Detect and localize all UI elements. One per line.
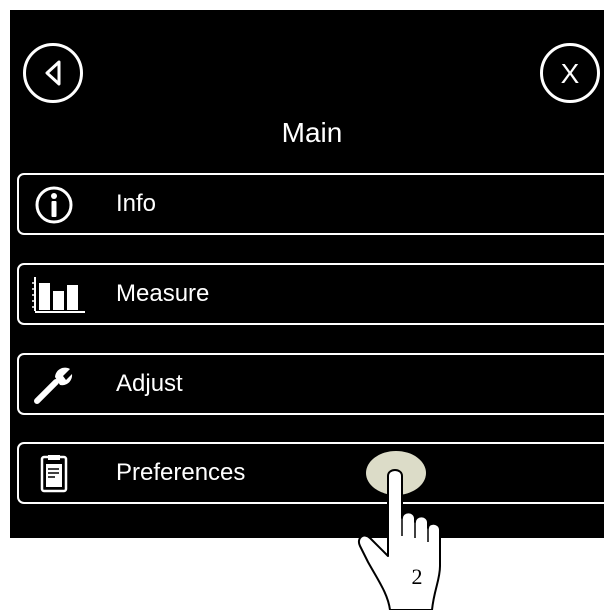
- back-triangle-icon: [45, 60, 61, 86]
- back-button[interactable]: [23, 43, 83, 103]
- pointing-hand-icon: [358, 451, 441, 610]
- menu-item-measure[interactable]: Measure: [17, 263, 604, 325]
- clipboard-icon: [40, 455, 68, 493]
- menu-item-adjust[interactable]: Adjust: [17, 353, 604, 415]
- close-icon: X: [560, 58, 580, 89]
- device-screen: X Main Info Measure Adjust Preferences: [10, 10, 604, 538]
- wrench-icon: [34, 367, 73, 404]
- menu-item-info[interactable]: Info: [17, 173, 604, 235]
- menu-item-label: Adjust: [116, 370, 183, 397]
- close-button[interactable]: X: [540, 43, 600, 103]
- bar-chart-icon: [32, 277, 85, 313]
- menu-item-preferences[interactable]: Preferences: [17, 442, 604, 504]
- menu-item-label: Info: [116, 190, 157, 217]
- menu-item-label: Measure: [116, 280, 210, 307]
- info-icon: [35, 186, 73, 224]
- menu-item-label: Preferences: [116, 459, 246, 486]
- step-number: 2: [411, 564, 423, 589]
- page-title: Main: [281, 117, 343, 148]
